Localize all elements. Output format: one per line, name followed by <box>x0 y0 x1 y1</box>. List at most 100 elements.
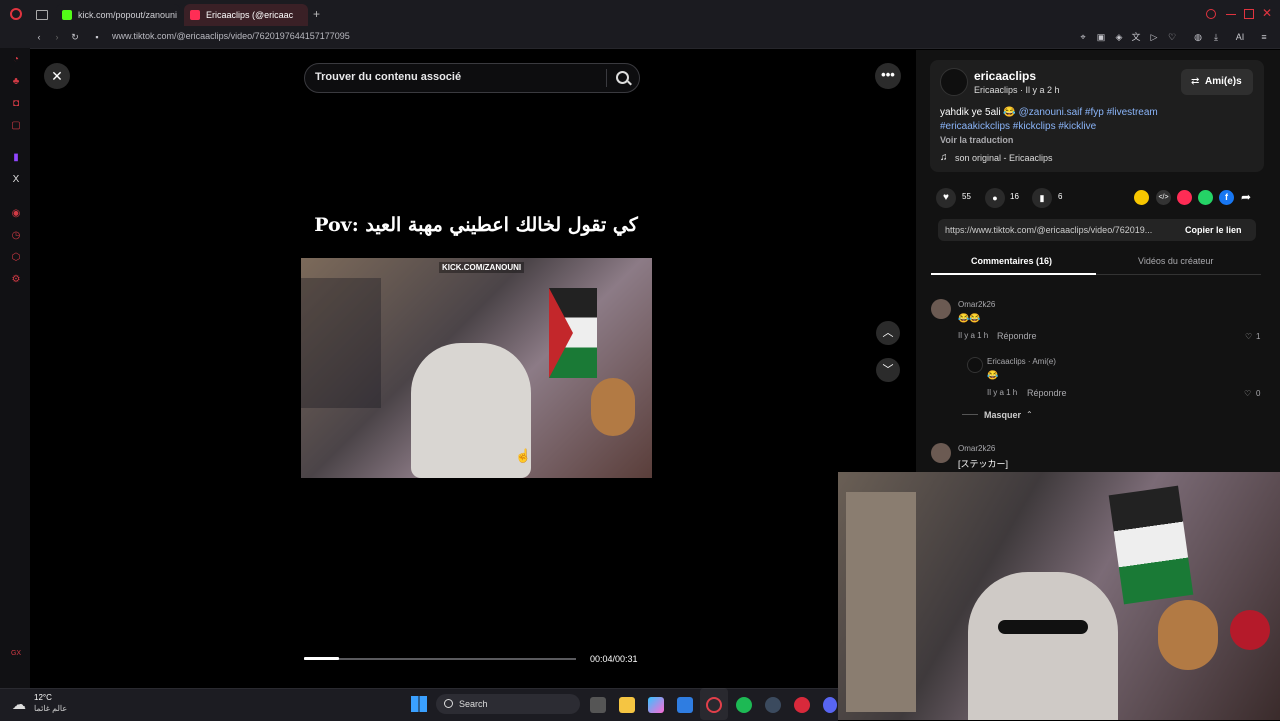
back-icon[interactable]: ‹ <box>34 32 44 42</box>
forward-icon[interactable]: › <box>52 32 62 42</box>
kick-watermark: KICK.COM/ZANOUNI <box>439 262 525 273</box>
windows-start-icon[interactable] <box>411 696 427 712</box>
sidebar-aria-icon[interactable]: ◔ <box>10 54 22 66</box>
tab-tiktok[interactable]: Ericaaclips (@ericaac <box>184 4 308 26</box>
weather-icon[interactable]: ☁ <box>12 696 26 713</box>
cursor-icon: ☝ <box>515 448 532 463</box>
comment-sticker-text: [ステッカー] <box>958 459 1009 469</box>
share-repost-icon[interactable] <box>1177 190 1192 205</box>
post-mention[interactable]: @zanouni.saif <box>1019 107 1083 118</box>
translate-icon[interactable]: 文 <box>1131 32 1141 42</box>
tab-comments[interactable]: Commentaires (16) <box>971 256 1052 266</box>
active-app-indicator <box>700 688 728 720</box>
video-frame: KICK.COM/ZANOUNI <box>301 258 652 478</box>
reply-author[interactable]: Ericaaclips · Ami(e) <box>987 357 1056 366</box>
see-translation-link[interactable]: Voir la traduction <box>940 135 1013 145</box>
comment-avatar[interactable] <box>931 299 951 319</box>
sidebar-player-icon[interactable]: ◉ <box>10 208 22 220</box>
previous-video-button[interactable]: ︿ <box>876 321 900 345</box>
discord-icon[interactable] <box>823 697 837 713</box>
embed-icon[interactable]: </> <box>1156 190 1171 205</box>
task-view-icon[interactable] <box>590 697 606 713</box>
search-divider <box>606 69 607 87</box>
copy-link-button[interactable]: Copier le lien <box>1185 225 1242 235</box>
sidebar-extensions-icon[interactable]: ⬡ <box>10 252 22 264</box>
tab-creator-videos[interactable]: Vidéos du créateur <box>1138 256 1213 266</box>
comment-button[interactable]: ● <box>985 188 1005 208</box>
reply-like-count: 0 <box>1256 389 1261 398</box>
related-search-placeholder[interactable]: Trouver du contenu associé <box>315 71 461 83</box>
like-button[interactable]: ♥ <box>936 188 956 208</box>
sidebar-x-icon[interactable]: X <box>10 174 22 186</box>
more-options-button[interactable]: ••• <box>875 63 901 89</box>
menu-icon[interactable]: ≡ <box>1259 32 1269 42</box>
adblock-icon[interactable]: ◈ <box>1114 32 1124 42</box>
comment-time: Il y a 1 h <box>958 331 989 340</box>
snapshot-icon[interactable]: ▣ <box>1096 32 1106 42</box>
close-video-button[interactable]: ✕ <box>44 63 70 89</box>
reply-avatar[interactable] <box>967 357 983 373</box>
comment-avatar[interactable] <box>931 443 951 463</box>
post-tags-line1[interactable]: #fyp #livestream <box>1085 107 1158 118</box>
comment-reply-button[interactable]: Répondre <box>997 331 1037 341</box>
close-window-button[interactable]: ✕ <box>1262 6 1272 20</box>
reload-icon[interactable]: ↻ <box>70 32 80 42</box>
share-more-icon[interactable]: ➦ <box>1241 190 1251 204</box>
sidebar-social-icon[interactable]: ♣ <box>10 76 22 88</box>
reply-reply-button[interactable]: Répondre <box>1027 388 1067 398</box>
video-link-text[interactable]: https://www.tiktok.com/@ericaaclips/vide… <box>945 225 1175 235</box>
chevron-up-icon: ⌃ <box>1026 410 1033 419</box>
opera-logo-icon[interactable] <box>10 8 22 20</box>
bookmark-button[interactable]: ▮ <box>1032 188 1052 208</box>
app-red-icon[interactable] <box>794 697 810 713</box>
ai-icon[interactable]: AI <box>1229 32 1251 42</box>
sidebar-instagram-icon[interactable]: ▢ <box>10 120 22 132</box>
player-icon[interactable]: ▷ <box>1149 32 1159 42</box>
post-desc-text: yahdik ye 5ali 😂 <box>940 107 1016 118</box>
comment-author[interactable]: Omar2k26 <box>958 444 995 453</box>
minimize-button[interactable] <box>1226 14 1236 15</box>
spotify-icon[interactable] <box>736 697 752 713</box>
account-icon[interactable]: ◍ <box>1193 32 1203 42</box>
steam-icon[interactable] <box>765 697 781 713</box>
post-tags-line2[interactable]: #ericaakickclips #kickclips #kicklive <box>940 121 1096 132</box>
comment-like-icon[interactable]: ♡ <box>1245 332 1252 341</box>
sidebar-history-icon[interactable]: ◷ <box>10 230 22 242</box>
download-icon[interactable]: ⤓ <box>1211 32 1221 42</box>
copilot-icon[interactable] <box>648 697 664 713</box>
taskbar-search-box[interactable] <box>436 694 580 714</box>
kick-favicon-icon <box>62 10 72 20</box>
sidebar-gx-icon[interactable]: GX <box>10 648 22 660</box>
sidebar-settings-icon[interactable]: ⚙ <box>10 274 22 286</box>
sidebar-twitch-icon[interactable]: ▮ <box>10 152 22 164</box>
tiktok-favicon-icon <box>190 10 200 20</box>
pin-icon[interactable]: ⌖ <box>1078 32 1088 42</box>
url-text[interactable]: www.tiktok.com/@ericaaclips/video/762019… <box>112 31 350 41</box>
webcam-heart-shape <box>1230 610 1270 650</box>
share-whatsapp-icon[interactable] <box>1198 190 1213 205</box>
sidebar-messenger-icon[interactable]: ◘ <box>10 98 22 110</box>
webcam-shelf-shape <box>846 492 916 712</box>
author-avatar[interactable] <box>940 68 968 96</box>
maximize-button[interactable] <box>1244 9 1254 19</box>
hide-replies-button[interactable]: Masquer <box>984 410 1021 420</box>
new-tab-button[interactable]: + <box>313 7 320 21</box>
tab-kick[interactable]: kick.com/popout/zanouni <box>56 4 180 26</box>
progress-fill <box>304 657 339 660</box>
share-snapchat-icon[interactable] <box>1134 190 1149 205</box>
file-explorer-icon[interactable] <box>619 697 635 713</box>
store-icon[interactable] <box>677 697 693 713</box>
tab-menu-icon[interactable] <box>36 10 48 20</box>
heart-icon[interactable]: ♡ <box>1167 32 1177 42</box>
next-video-button[interactable]: ﹀ <box>876 358 900 382</box>
reply-like-icon[interactable]: ♡ <box>1244 389 1251 398</box>
flag-red-triangle <box>549 288 573 378</box>
progress-track[interactable] <box>304 658 576 660</box>
author-username[interactable]: ericaaclips <box>974 69 1036 83</box>
search-tabs-icon[interactable] <box>1206 9 1216 19</box>
tab-tiktok-label: Ericaaclips (@ericaac <box>206 10 294 20</box>
weather-text: عالم غائما <box>34 704 68 713</box>
sound-name[interactable]: son original - Ericaaclips <box>955 153 1053 163</box>
share-facebook-icon[interactable]: f <box>1219 190 1234 205</box>
comment-author[interactable]: Omar2k26 <box>958 300 995 309</box>
